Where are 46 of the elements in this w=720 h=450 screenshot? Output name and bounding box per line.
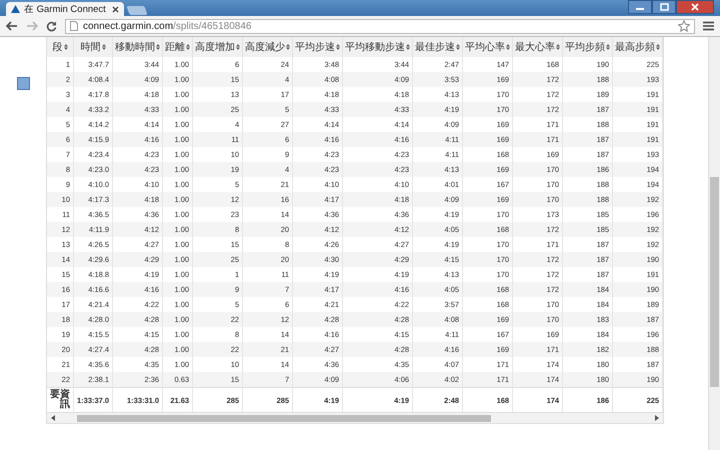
sort-icon <box>456 44 460 50</box>
sort-icon <box>64 44 68 50</box>
scroll-left-icon[interactable] <box>51 415 55 421</box>
tab-title: 在 Garmin Connect <box>24 2 107 16</box>
sort-icon <box>236 44 240 50</box>
sort-icon <box>336 44 340 50</box>
sort-icon <box>286 44 290 50</box>
image-icon <box>16 77 30 90</box>
sort-icon <box>556 44 560 50</box>
column-header[interactable]: 距離 <box>162 37 193 57</box>
triangle-icon <box>11 5 20 13</box>
column-header[interactable]: 高度減少 <box>242 37 293 57</box>
back-icon[interactable] <box>6 21 18 31</box>
maximize-icon <box>660 3 668 11</box>
url-text: connect.garmin.com/splits/465180846 <box>83 20 252 32</box>
sort-icon <box>156 44 160 50</box>
sort-icon <box>186 44 190 50</box>
sort-icon <box>406 44 410 50</box>
column-header[interactable]: 最佳步速 <box>412 37 463 57</box>
column-header[interactable]: 段 <box>47 37 74 57</box>
star-icon[interactable] <box>678 20 690 32</box>
close-icon <box>691 3 699 11</box>
new-tab-button[interactable] <box>126 6 148 15</box>
window-close-button[interactable] <box>676 0 714 14</box>
sort-icon <box>656 44 660 50</box>
column-header[interactable]: 最大心率 <box>512 37 563 57</box>
reload-icon[interactable] <box>46 20 57 32</box>
close-icon[interactable] <box>112 6 119 12</box>
address-bar[interactable]: connect.garmin.com/splits/465180846 <box>65 18 695 34</box>
sort-icon <box>102 44 106 50</box>
maximize-button[interactable] <box>652 0 676 14</box>
scroll-right-icon[interactable] <box>655 415 660 421</box>
sort-icon <box>506 44 510 50</box>
sort-icon <box>606 44 610 50</box>
column-header[interactable]: 高度增加 <box>192 37 243 57</box>
page-icon <box>70 21 78 31</box>
column-header[interactable]: 平均步速 <box>292 37 343 57</box>
column-header[interactable]: 平均心率 <box>462 37 513 57</box>
browser-tab[interactable]: 在 Garmin Connect <box>6 2 124 16</box>
column-header[interactable]: 移動時間 <box>112 37 163 57</box>
column-header[interactable]: 平均移動步速 <box>342 37 413 57</box>
minimize-button[interactable] <box>628 0 652 14</box>
column-header[interactable]: 最高步頻 <box>612 37 663 57</box>
column-header[interactable]: 時間 <box>74 37 113 57</box>
menu-icon[interactable] <box>703 21 714 31</box>
column-header[interactable]: 平均步頻 <box>562 37 613 57</box>
